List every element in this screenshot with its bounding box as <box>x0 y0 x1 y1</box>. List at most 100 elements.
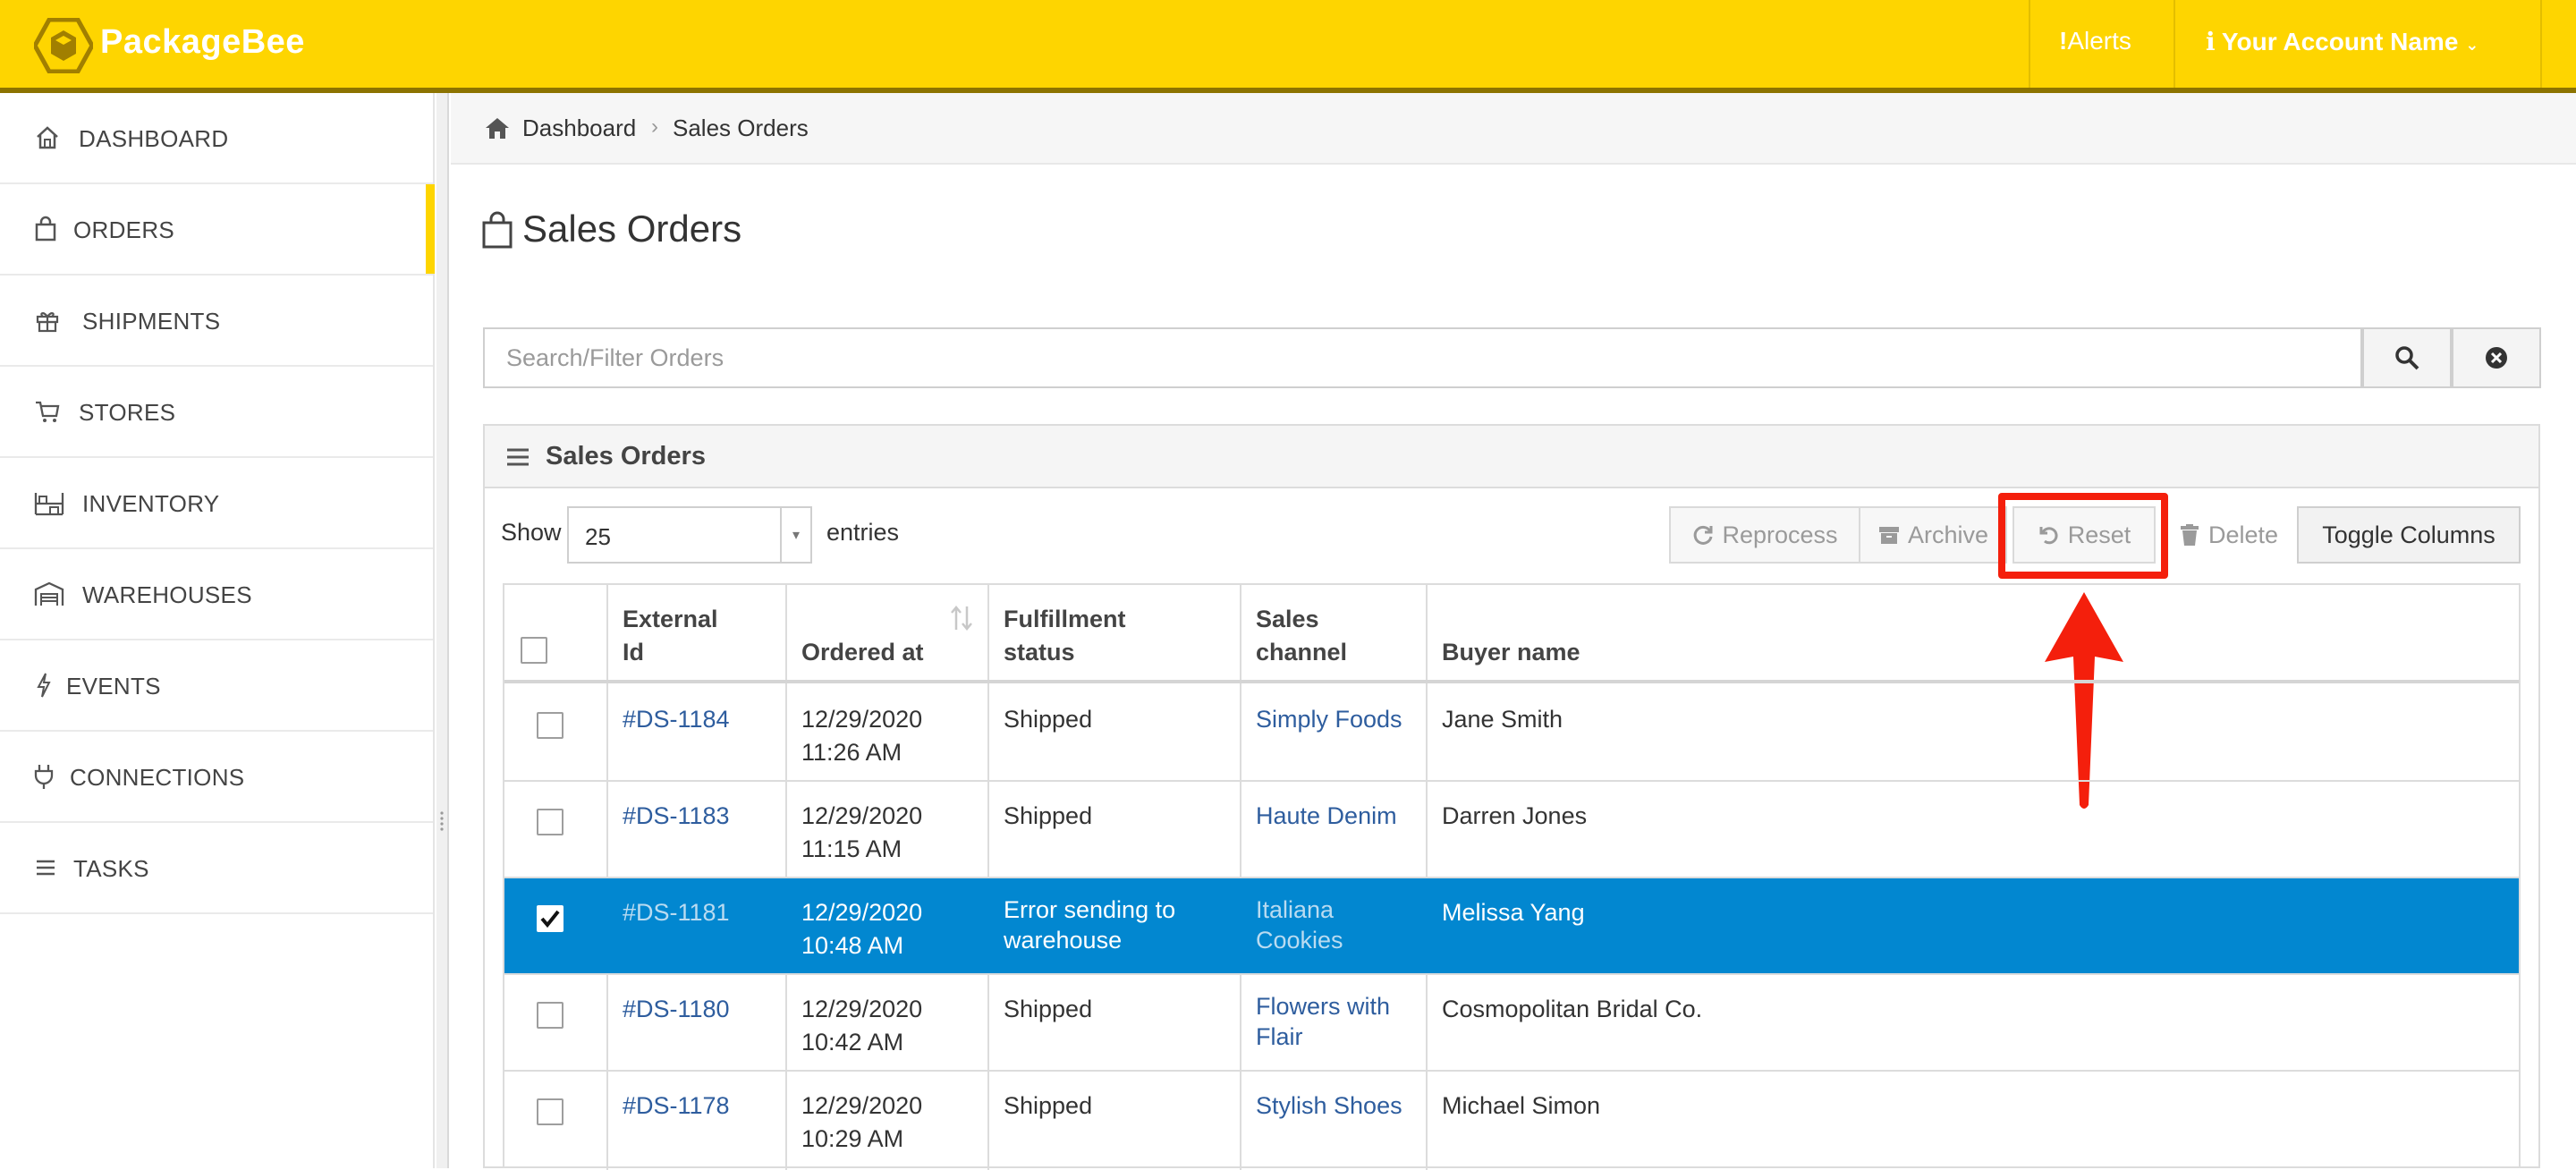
header-text: Fulfillment <box>1004 606 1126 632</box>
select-all-checkbox[interactable] <box>521 637 547 664</box>
column-header-external-id[interactable]: External Id <box>623 603 718 669</box>
table-row[interactable]: #DS-1180 12/29/2020 10:42 AM Shipped Flow… <box>504 975 2519 1072</box>
order-id-link[interactable]: #DS-1183 <box>623 800 730 833</box>
row-checkbox-checked[interactable] <box>537 905 564 932</box>
alerts-label: Alerts <box>2067 27 2131 55</box>
order-id-link[interactable]: #DS-1180 <box>623 993 730 1026</box>
archive-icon <box>1878 527 1899 544</box>
sales-channel-link[interactable]: Haute Denim <box>1256 800 1397 833</box>
ordered-at-cell: 12/29/2020 10:48 AM <box>801 896 922 962</box>
table-row[interactable]: #DS-1178 12/29/2020 10:29 AM Shipped Styl… <box>504 1072 2519 1170</box>
brand-name[interactable]: PackageBee <box>100 23 305 62</box>
clear-search-button[interactable] <box>2452 327 2541 388</box>
refresh-icon <box>1694 525 1713 545</box>
warehouse-icon <box>34 581 64 606</box>
toggle-columns-label: Toggle Columns <box>2322 521 2496 548</box>
divider <box>2029 0 2030 88</box>
column-header-ordered-at[interactable]: Ordered at <box>801 636 924 669</box>
order-date: 12/29/2020 <box>801 1092 923 1119</box>
row-checkbox[interactable] <box>537 1002 564 1029</box>
divider <box>2540 0 2542 88</box>
archive-label: Archive <box>1907 521 1989 548</box>
search-input[interactable] <box>483 327 2362 388</box>
status-cell: Shipped <box>1004 706 1093 733</box>
sidebar-item-stores[interactable]: STORES <box>0 367 433 458</box>
order-id-link[interactable]: #DS-1184 <box>623 703 730 736</box>
entries-label: entries <box>826 519 900 546</box>
sidebar-item-connections[interactable]: CONNECTIONS <box>0 732 433 823</box>
search-icon <box>2395 346 2419 370</box>
sidebar-item-inventory[interactable]: INVENTORY <box>0 458 433 549</box>
sales-channel-link[interactable]: Italiana Cookies <box>1256 894 1343 955</box>
order-id-link[interactable]: #DS-1178 <box>623 1089 730 1123</box>
order-date: 12/29/2020 <box>801 706 923 733</box>
breadcrumb-dashboard-link[interactable]: Dashboard <box>522 114 636 142</box>
account-menu[interactable]: ℹ Your Account Name ⌄ <box>2206 27 2479 56</box>
reprocess-button[interactable]: Reprocess <box>1669 506 1860 564</box>
column-header-buyer-name[interactable]: Buyer name <box>1442 636 1580 669</box>
channel-line: Italiana <box>1256 896 1335 923</box>
list-icon <box>507 448 529 466</box>
order-date: 12/29/2020 <box>801 802 923 829</box>
account-name: Your Account Name <box>2221 28 2459 55</box>
sidebar-item-label: ORDERS <box>73 216 175 243</box>
order-date: 12/29/2020 <box>801 899 923 926</box>
delete-button[interactable]: Delete <box>2159 506 2297 564</box>
inventory-icon <box>34 493 64 516</box>
sales-channel-link[interactable]: Flowers with Flair <box>1256 991 1390 1052</box>
checkmark-icon <box>540 910 560 928</box>
sidebar-item-events[interactable]: EVENTS <box>0 640 433 732</box>
toggle-columns-button[interactable]: Toggle Columns <box>2297 506 2521 564</box>
sidebar-item-tasks[interactable]: TASKS <box>0 823 433 914</box>
panel-title: Sales Orders <box>546 442 706 471</box>
sidebar-item-dashboard[interactable]: DASHBOARD <box>0 93 433 184</box>
table-row[interactable]: #DS-1183 12/29/2020 11:15 AM Shipped Haut… <box>504 782 2519 878</box>
sidebar-item-shipments[interactable]: SHIPMENTS <box>0 276 433 367</box>
sales-channel-link[interactable]: Stylish Shoes <box>1256 1089 1402 1123</box>
plug-icon <box>34 765 54 789</box>
status-cell: Error sending to warehouse <box>1004 894 1175 955</box>
archive-button[interactable]: Archive <box>1859 506 2007 564</box>
column-header-fulfillment-status[interactable]: Fulfillment status <box>1004 603 1126 669</box>
buyer-name-cell: Melissa Yang <box>1442 899 1585 926</box>
sidebar-item-orders[interactable]: ORDERS <box>0 184 435 276</box>
page-title: Sales Orders <box>522 208 742 250</box>
chevron-right-icon: › <box>651 114 658 139</box>
buyer-name-cell: Darren Jones <box>1442 802 1588 829</box>
sidebar-item-label: TASKS <box>73 855 149 882</box>
alerts-link[interactable]: !Alerts <box>2059 27 2131 55</box>
column-header-sales-channel[interactable]: Sales channel <box>1256 603 1347 669</box>
packagebee-logo-icon[interactable] <box>34 18 93 73</box>
entries-value: 25 <box>585 523 611 550</box>
sidebar-item-label: STORES <box>79 399 176 426</box>
shopping-bag-icon <box>35 216 56 242</box>
home-icon[interactable] <box>485 116 510 140</box>
search-button[interactable] <box>2362 327 2452 388</box>
drag-handle-icon[interactable] <box>439 810 445 832</box>
sort-icon[interactable] <box>950 605 973 632</box>
table-row[interactable]: #DS-1184 12/29/2020 11:26 AM Shipped Simp… <box>504 685 2519 782</box>
status-line: Error sending to <box>1004 896 1176 923</box>
order-id-link[interactable]: #DS-1181 <box>623 896 730 929</box>
row-checkbox[interactable] <box>537 809 564 835</box>
annotation-highlight-box <box>1998 493 2168 579</box>
order-time: 11:26 AM <box>801 739 902 766</box>
sales-channel-link[interactable]: Simply Foods <box>1256 703 1402 736</box>
row-checkbox[interactable] <box>537 1098 564 1125</box>
header-text: status <box>1004 639 1075 666</box>
channel-line: Flowers with <box>1256 993 1391 1020</box>
table-row-selected[interactable]: #DS-1181 12/29/2020 10:48 AM Error sendin… <box>504 878 2519 975</box>
row-checkbox[interactable] <box>537 712 564 739</box>
breadcrumb-current: Sales Orders <box>673 114 809 141</box>
sidebar-item-label: EVENTS <box>66 673 161 699</box>
trash-icon <box>2180 524 2199 546</box>
sidebar-item-warehouses[interactable]: WAREHOUSES <box>0 549 433 640</box>
order-time: 11:15 AM <box>801 835 902 862</box>
buyer-name-cell: Michael Simon <box>1442 1092 1601 1119</box>
show-label: Show <box>501 519 562 546</box>
sidebar-resize-gutter[interactable] <box>436 93 449 1168</box>
entries-per-page-select[interactable]: 25 ▾ <box>567 506 812 564</box>
table-header-row: External Id Ordered at Fulfillment status … <box>504 585 2519 683</box>
header-text: Sales <box>1256 606 1319 632</box>
status-cell: Shipped <box>1004 996 1093 1022</box>
